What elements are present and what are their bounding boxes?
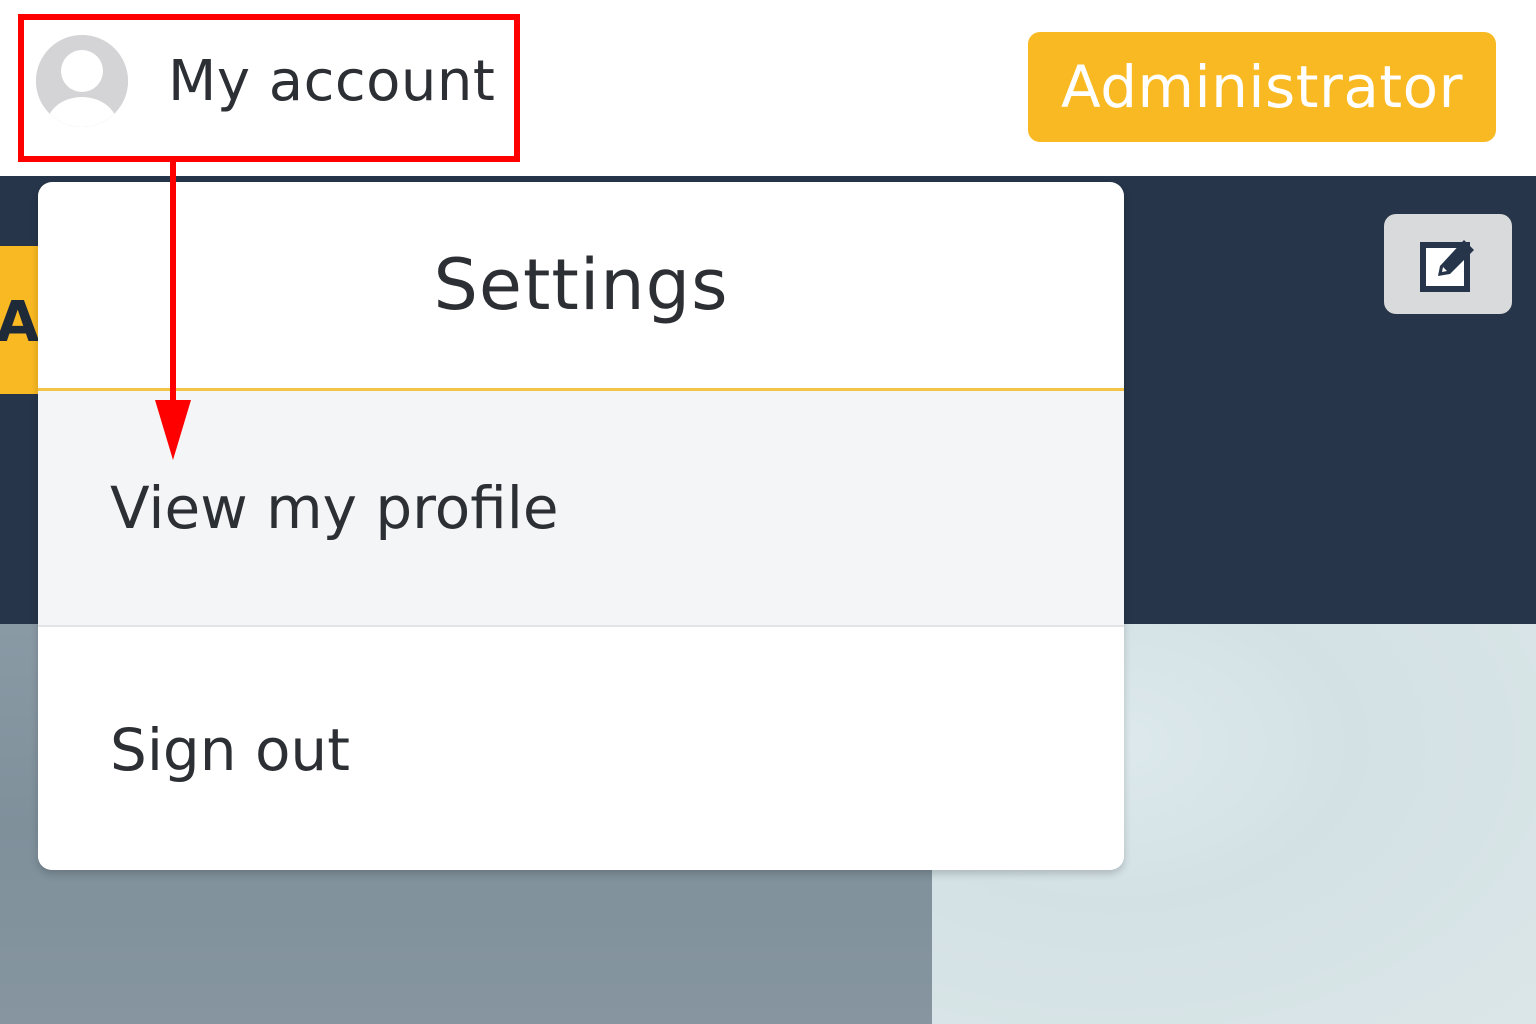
side-tab-label: A [0, 290, 40, 355]
edit-icon [1420, 240, 1474, 292]
sign-out-item[interactable]: Sign out [38, 629, 1124, 870]
annotation-highlight-box [18, 14, 520, 162]
account-dropdown-menu: Settings View my profile Sign out [38, 182, 1124, 870]
page: My account Administrator A Settings View… [0, 0, 1536, 1024]
edit-button[interactable] [1384, 214, 1512, 314]
dropdown-title: Settings [433, 244, 729, 326]
administrator-badge[interactable]: Administrator [1028, 32, 1496, 142]
view-my-profile-item[interactable]: View my profile [38, 391, 1124, 627]
side-tab[interactable]: A [0, 246, 40, 394]
